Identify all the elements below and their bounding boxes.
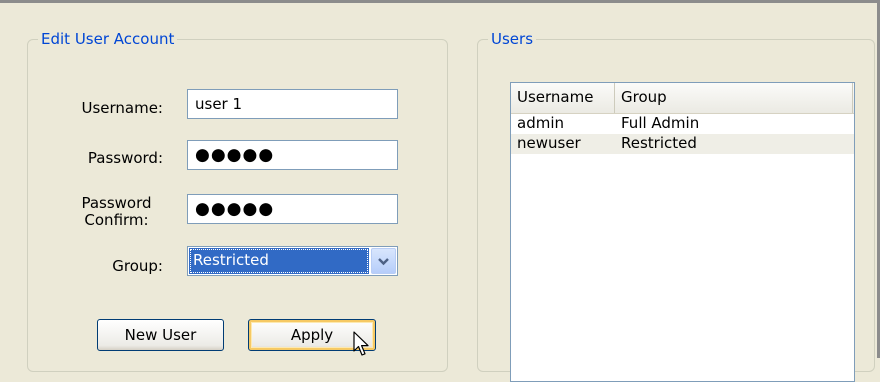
new-user-button[interactable]: New User [97,319,224,351]
group-dropdown-button[interactable] [371,248,396,274]
user-group-cell: Restricted [621,134,697,152]
password-confirm-label: Password Confirm: [68,195,165,229]
group-label: Group: [112,257,163,275]
edit-user-account-group: Edit User Account Username: user 1 Passw… [27,30,448,372]
users-list-header: Username Group [511,83,854,114]
group-select[interactable]: Restricted [187,246,398,276]
table-row[interactable]: newuser Restricted [511,134,854,154]
password-confirm-field[interactable]: ●●●●● [187,194,398,224]
password-label: Password: [87,149,163,167]
users-title: Users [491,30,534,48]
users-group: Users Username Group admin Full Admin ne… [477,30,875,382]
group-select-value: Restricted [189,248,369,274]
user-group-cell: Full Admin [621,114,700,132]
window-top-border [0,0,880,3]
password-confirm-label-line1: Password [81,194,152,212]
username-label: Username: [81,99,163,117]
username-field[interactable]: user 1 [187,89,398,119]
user-username-cell: admin [517,114,564,132]
table-row[interactable]: admin Full Admin [511,114,854,134]
column-header-username[interactable]: Username [511,83,615,113]
password-field[interactable]: ●●●●● [187,140,398,170]
edit-user-account-title: Edit User Account [41,30,175,48]
mouse-cursor-icon [353,331,369,356]
password-confirm-label-line2: Confirm: [84,211,149,229]
user-username-cell: newuser [517,134,581,152]
users-list[interactable]: Username Group admin Full Admin newuser … [510,82,855,382]
chevron-down-icon [378,257,389,265]
column-header-group[interactable]: Group [615,83,853,113]
